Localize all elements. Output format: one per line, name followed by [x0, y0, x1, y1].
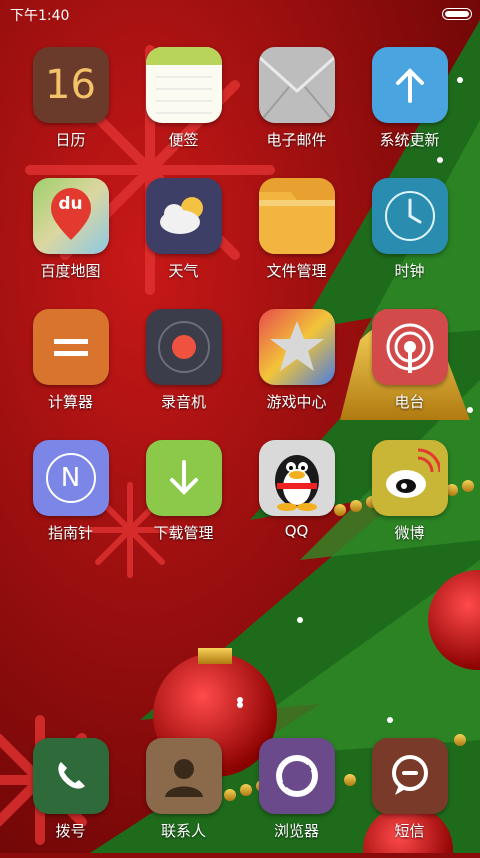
page-indicator-dot[interactable] — [237, 702, 243, 708]
browser-icon — [258, 738, 335, 814]
app-calendar[interactable]: 16 日历 — [14, 47, 127, 167]
recorder-icon — [145, 309, 222, 385]
app-system-update[interactable]: 系统更新 — [353, 47, 466, 167]
dock-messages[interactable]: 短信 — [353, 738, 466, 858]
download-icon — [145, 440, 222, 516]
game-center-icon — [258, 309, 335, 385]
app-label: 指南针 — [47, 524, 93, 542]
app-label: 系统更新 — [379, 131, 440, 149]
compass-icon: N — [32, 440, 109, 516]
app-label: 浏览器 — [273, 822, 319, 840]
app-recorder[interactable]: 录音机 — [127, 309, 240, 429]
app-label: 电台 — [394, 393, 425, 411]
app-clock[interactable]: 时钟 — [353, 178, 466, 298]
app-qq[interactable]: QQ — [240, 440, 353, 560]
app-label: 文件管理 — [266, 262, 327, 280]
status-time: 下午1:40 — [10, 8, 70, 24]
app-label: 时钟 — [394, 262, 425, 280]
dock-contacts[interactable]: 联系人 — [127, 738, 240, 858]
phone-icon — [32, 738, 109, 814]
app-calculator[interactable]: 计算器 — [14, 309, 127, 429]
app-radio[interactable]: 电台 — [353, 309, 466, 429]
contacts-icon — [145, 738, 222, 814]
calendar-icon: 16 — [32, 47, 109, 123]
weibo-icon — [371, 440, 448, 516]
clock-icon — [371, 178, 448, 254]
app-weibo[interactable]: 微博 — [353, 440, 466, 560]
app-label: 短信 — [394, 822, 425, 840]
app-label: 日历 — [55, 131, 86, 149]
app-file-manager[interactable]: 文件管理 — [240, 178, 353, 298]
app-notes[interactable]: 便签 — [127, 47, 240, 167]
calculator-icon — [32, 309, 109, 385]
app-game-center[interactable]: 游戏中心 — [240, 309, 353, 429]
app-label: 拨号 — [55, 822, 86, 840]
app-baidu-map[interactable]: du 百度地图 — [14, 178, 127, 298]
baidu-map-icon: du — [32, 178, 109, 254]
messages-icon — [371, 738, 448, 814]
system-update-icon — [371, 47, 448, 123]
app-download-manager[interactable]: 下载管理 — [127, 440, 240, 560]
baidu-logo-text: du — [58, 194, 83, 214]
app-label: 联系人 — [160, 822, 206, 840]
notes-icon — [145, 47, 222, 123]
app-weather[interactable]: 天气 — [127, 178, 240, 298]
app-label: 百度地图 — [40, 262, 101, 280]
status-bar: 下午1:40 — [0, 0, 480, 28]
app-label: 计算器 — [47, 393, 93, 411]
dock-browser[interactable]: 浏览器 — [240, 738, 353, 858]
app-label: 游戏中心 — [266, 393, 327, 411]
app-label: 下载管理 — [153, 524, 214, 542]
app-email[interactable]: 电子邮件 — [240, 47, 353, 167]
compass-letter: N — [60, 463, 81, 493]
app-compass[interactable]: N 指南针 — [14, 440, 127, 560]
calendar-day: 16 — [45, 62, 96, 108]
app-label: 微博 — [394, 524, 425, 542]
dock-phone[interactable]: 拨号 — [14, 738, 127, 858]
app-label: 录音机 — [160, 393, 206, 411]
folder-icon — [258, 178, 335, 254]
app-label: 天气 — [168, 262, 199, 280]
weather-icon — [145, 178, 222, 254]
email-icon — [258, 47, 335, 123]
app-label: 电子邮件 — [266, 131, 327, 149]
app-label: 便签 — [168, 131, 199, 149]
battery-icon — [442, 8, 472, 20]
radio-icon — [371, 309, 448, 385]
qq-penguin-icon — [258, 440, 335, 516]
app-label: QQ — [284, 522, 309, 540]
